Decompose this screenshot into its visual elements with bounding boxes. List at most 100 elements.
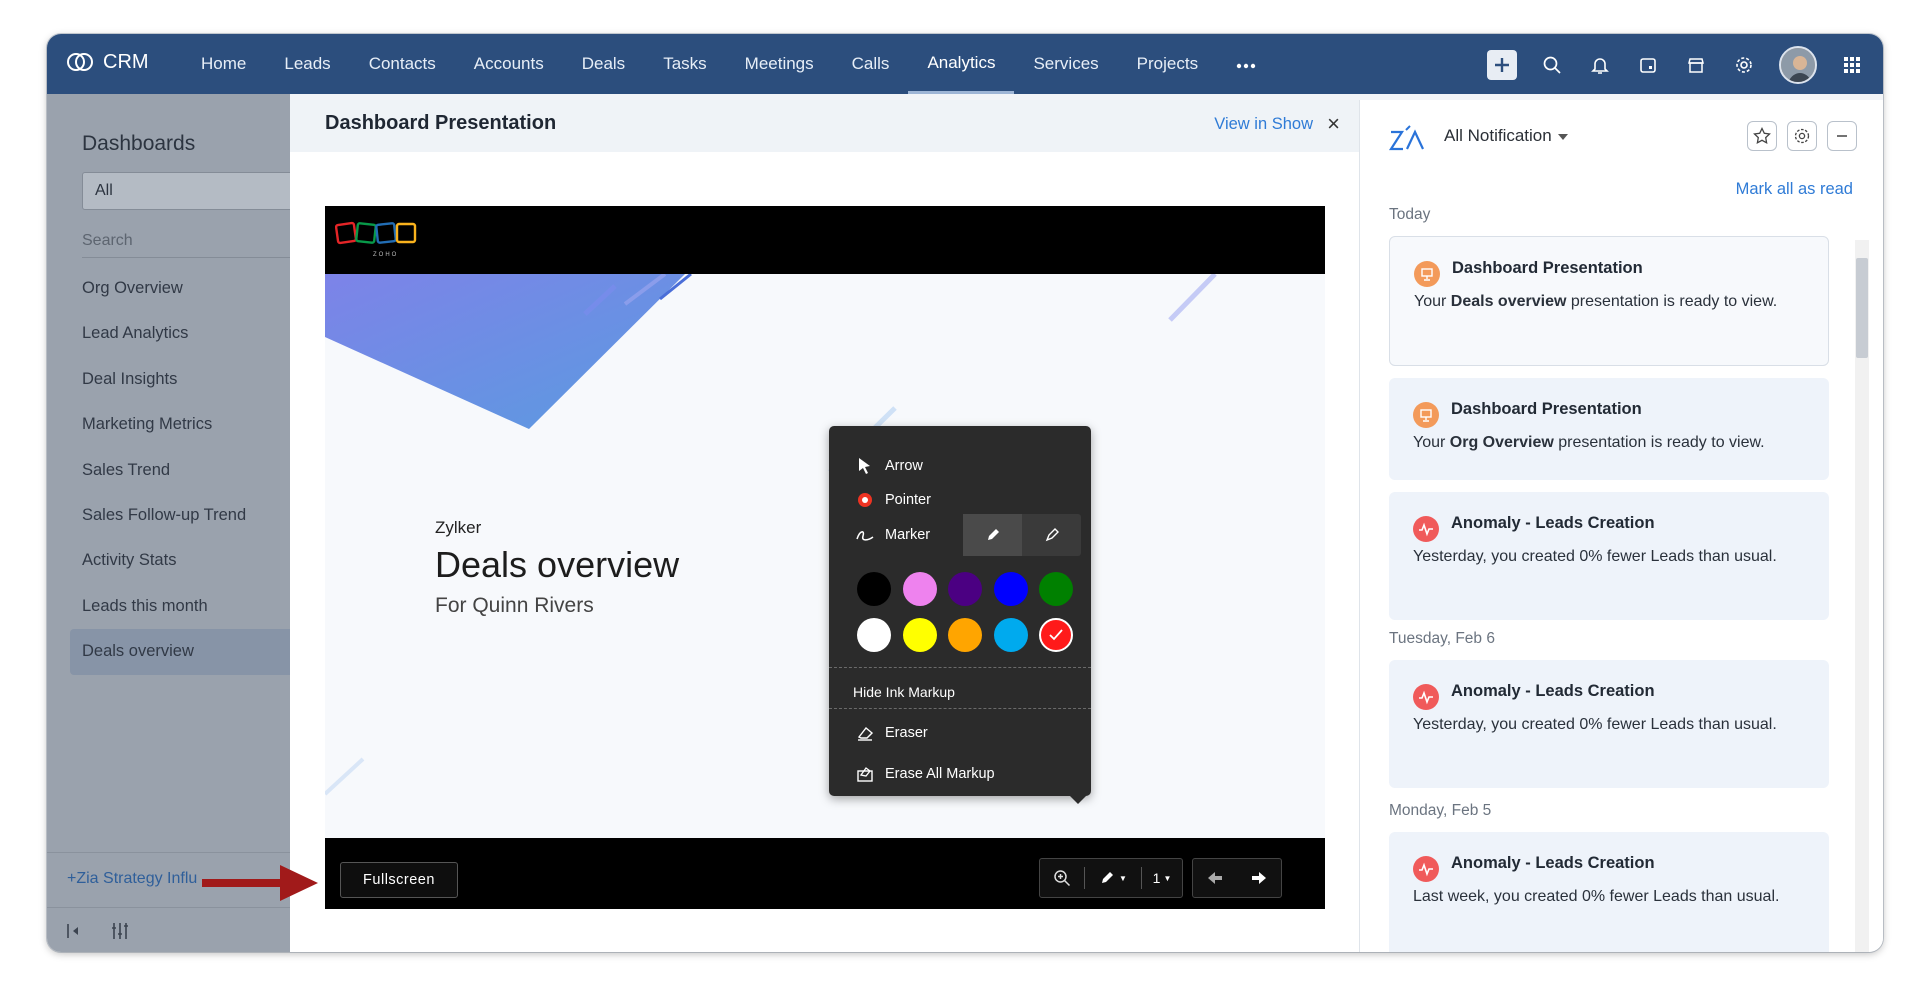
nav-item-tasks[interactable]: Tasks — [644, 34, 725, 94]
sidebar-item-deals-overview[interactable]: Deals overview — [70, 629, 290, 675]
fullscreen-button[interactable]: Fullscreen — [340, 862, 458, 898]
nav-item-accounts[interactable]: Accounts — [455, 34, 563, 94]
color-swatch[interactable] — [902, 572, 937, 606]
next-slide-icon[interactable] — [1237, 859, 1281, 897]
dashboard-list: Org Overview Lead Analytics Deal Insights M… — [70, 266, 290, 675]
color-swatch[interactable] — [902, 618, 937, 652]
main-nav: Home Leads Contacts Accounts Deals Tasks Meeti… — [182, 34, 1275, 94]
notifications-panel: All Notification Mark all as read Today D… — [1359, 100, 1883, 952]
message-text: Yesterday, you created 0% fewer Leads th… — [1413, 548, 1777, 565]
store-icon[interactable] — [1683, 52, 1709, 78]
menu-divider — [829, 708, 1091, 709]
dashboard-search-input[interactable]: Search — [82, 226, 292, 258]
color-swatch[interactable] — [948, 618, 982, 652]
nav-item-deals[interactable]: Deals — [563, 34, 644, 94]
crm-logo-icon — [67, 53, 93, 71]
calendar-icon[interactable] — [1635, 52, 1661, 78]
prev-slide-icon[interactable] — [1193, 859, 1237, 897]
sidebar-item-deal-insights[interactable]: Deal Insights — [70, 357, 290, 402]
sidebar-item-marketing-metrics[interactable]: Marketing Metrics — [70, 402, 290, 447]
notification-message: Last week, you created 0% fewer Leads th… — [1413, 884, 1813, 910]
notification-filter-label: All Notification — [1444, 126, 1552, 145]
plus-icon[interactable] — [1487, 50, 1517, 80]
marker-squiggle-icon — [855, 527, 875, 543]
gear-icon[interactable] — [1731, 52, 1757, 78]
search-icon[interactable] — [1539, 52, 1565, 78]
message-text: presentation is ready to view. — [1553, 434, 1765, 451]
dashboard-filter-select[interactable]: All — [82, 172, 302, 210]
menu-divider — [829, 667, 1091, 668]
laser-pointer-icon — [855, 492, 875, 508]
close-icon[interactable]: × — [1327, 113, 1340, 135]
more-dots-icon[interactable] — [1217, 34, 1275, 94]
color-swatch[interactable] — [993, 572, 1028, 606]
nav-item-leads[interactable]: Leads — [265, 34, 349, 94]
eraser-label: Eraser — [885, 725, 928, 741]
zoom-in-icon[interactable] — [1040, 859, 1084, 897]
sidebar-item-lead-analytics[interactable]: Lead Analytics — [70, 311, 290, 356]
slide-subtitle: For Quinn Rivers — [435, 594, 594, 617]
nav-item-calls[interactable]: Calls — [833, 34, 909, 94]
arrow-tool-label: Arrow — [885, 458, 923, 474]
zia-strategy-link[interactable]: +Zia Strategy Influ — [67, 870, 197, 888]
notification-card[interactable]: Anomaly - Leads Creation Last week, you c… — [1389, 832, 1829, 952]
color-swatch[interactable] — [857, 618, 891, 652]
hide-ink-markup-option[interactable]: Hide Ink Markup — [829, 674, 1091, 710]
sidebar-item-activity-stats[interactable]: Activity Stats — [70, 538, 290, 583]
presentation-icon — [1414, 261, 1440, 287]
chevron-down-icon — [1557, 133, 1568, 140]
highlighter-icon[interactable] — [1022, 514, 1081, 556]
nav-item-contacts[interactable]: Contacts — [350, 34, 455, 94]
apps-grid-icon[interactable] — [1839, 52, 1865, 78]
settings-gear-icon[interactable] — [1787, 121, 1817, 151]
sidebar-item-leads-this-month[interactable]: Leads this month — [70, 584, 290, 629]
notification-filter[interactable]: All Notification — [1444, 126, 1568, 146]
pointer-tool[interactable]: Pointer — [829, 482, 1091, 518]
view-in-show-link[interactable]: View in Show — [1214, 115, 1313, 134]
top-right-icons — [1487, 46, 1865, 84]
scrollbar-thumb[interactable] — [1856, 258, 1868, 358]
notification-card[interactable]: Dashboard Presentation Your Deals overvie… — [1389, 236, 1829, 366]
collapse-sidebar-icon[interactable] — [63, 920, 85, 942]
nav-item-home[interactable]: Home — [182, 34, 265, 94]
nav-item-projects[interactable]: Projects — [1118, 34, 1217, 94]
pen-tool-icon[interactable]: ▼ — [1085, 859, 1141, 897]
page-number-select[interactable]: 1 ▼ — [1142, 859, 1182, 897]
notification-title: Dashboard Presentation — [1452, 259, 1643, 277]
sidebar-item-org-overview[interactable]: Org Overview — [70, 266, 290, 311]
message-text: presentation is ready to view. — [1566, 293, 1778, 310]
modal-title: Dashboard Presentation — [325, 112, 557, 134]
star-icon[interactable] — [1747, 121, 1777, 151]
nav-item-services[interactable]: Services — [1014, 34, 1117, 94]
message-highlight: Org Overview — [1449, 434, 1554, 451]
date-group-label: Today — [1389, 206, 1431, 223]
nav-item-meetings[interactable]: Meetings — [726, 34, 833, 94]
nav-item-analytics[interactable]: Analytics — [908, 34, 1015, 94]
notification-title: Dashboard Presentation — [1451, 400, 1642, 418]
avatar[interactable] — [1779, 46, 1817, 84]
notification-scrollbar[interactable] — [1855, 240, 1869, 952]
notification-card[interactable]: Anomaly - Leads Creation Yesterday, you c… — [1389, 660, 1829, 788]
bell-icon[interactable] — [1587, 52, 1613, 78]
sliders-icon[interactable] — [109, 920, 131, 942]
notification-card[interactable]: Dashboard Presentation Your Org Overview … — [1389, 378, 1829, 480]
notification-message: Your Deals overview presentation is read… — [1414, 289, 1814, 315]
color-swatch[interactable] — [948, 572, 982, 606]
color-swatch[interactable] — [857, 572, 891, 606]
color-swatch[interactable] — [1039, 618, 1073, 652]
erase-all-markup-option[interactable]: Erase All Markup — [829, 756, 1091, 792]
mark-all-read-link[interactable]: Mark all as read — [1736, 180, 1853, 199]
message-highlight: Deals overview — [1450, 293, 1567, 310]
color-swatch[interactable] — [993, 618, 1028, 652]
ink-markup-menu: Arrow Pointer Marker Hide Ink Markup Era… — [829, 426, 1091, 804]
pen-icon[interactable] — [963, 514, 1022, 556]
page-number: 1 — [1152, 870, 1161, 886]
notification-card[interactable]: Anomaly - Leads Creation Yesterday, you c… — [1389, 492, 1829, 620]
sidebar-item-sales-trend[interactable]: Sales Trend — [70, 448, 290, 493]
arrow-tool[interactable]: Arrow — [829, 448, 1091, 484]
minimize-icon[interactable] — [1827, 121, 1857, 151]
sidebar-item-sales-follow-up-trend[interactable]: Sales Follow-up Trend — [70, 493, 290, 538]
crm-logo[interactable]: CRM — [65, 50, 149, 74]
color-swatch[interactable] — [1039, 572, 1073, 606]
eraser-tool[interactable]: Eraser — [829, 715, 1091, 751]
